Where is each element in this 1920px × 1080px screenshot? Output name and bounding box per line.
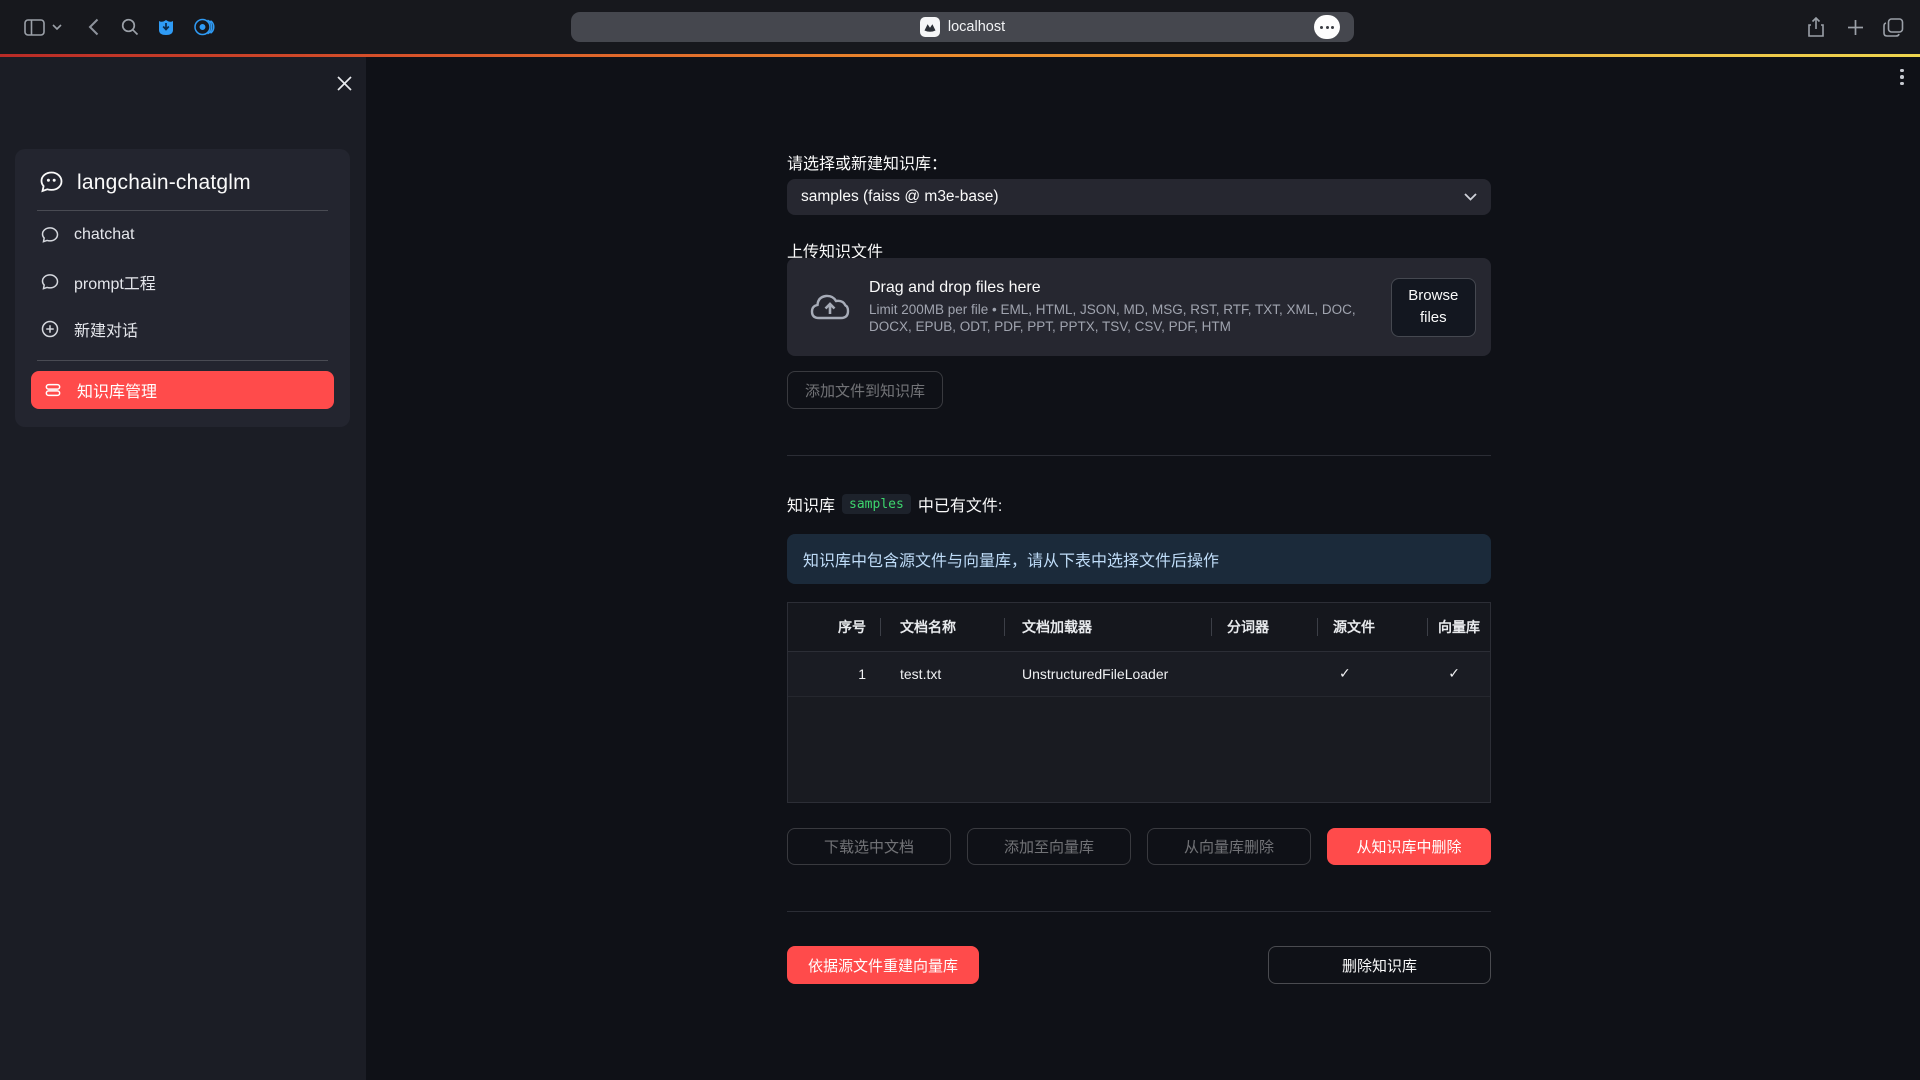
extension-rings-icon[interactable] [193,0,215,54]
col-header-source[interactable]: 源文件 [1317,603,1427,651]
col-header-vector[interactable]: 向量库 [1427,603,1490,651]
kb-name-code-badge: samples [842,494,911,514]
search-icon[interactable] [119,0,141,54]
cell-index: 1 [788,651,880,696]
divider [787,455,1491,456]
heading-prefix: 知识库 [787,492,835,516]
app-title: langchain-chatglm [77,171,251,195]
kb-select-label: 请选择或新建知识库： [787,150,947,174]
sidebar-close-icon[interactable] [330,69,358,97]
divider [787,911,1491,912]
app-logo-icon [38,169,65,196]
address-bar[interactable]: localhost [571,12,1354,42]
sidebar-item-prompt[interactable]: prompt工程 [36,258,329,305]
tab-overview-icon[interactable] [1878,0,1908,54]
share-icon[interactable] [1802,0,1830,54]
sidebar-item-label: chatchat [74,226,134,244]
divider [37,360,328,361]
row-action-buttons: 下载选中文档 添加至向量库 从向量库删除 从知识库中删除 [787,828,1491,865]
cloud-upload-icon [809,291,851,323]
chevron-down-icon[interactable] [50,0,64,54]
col-header-splitter[interactable]: 分词器 [1211,603,1317,651]
info-banner: 知识库中包含源文件与向量库，请从下表中选择文件后操作 [787,534,1491,584]
cell-splitter [1211,651,1317,696]
table-row[interactable]: 1 test.txt UnstructuredFileLoader ✓ ✓ [788,651,1490,696]
sidebar-toggle-icon[interactable] [21,0,47,54]
page-options-icon[interactable] [1314,15,1340,39]
cell-source-check: ✓ [1317,651,1427,696]
info-banner-text: 知识库中包含源文件与向量库，请从下表中选择文件后操作 [803,547,1219,571]
cell-name: test.txt [880,651,1004,696]
download-selected-button[interactable]: 下载选中文档 [787,828,951,865]
sidebar-item-new-dialog[interactable]: 新建对话 [36,305,329,352]
rebuild-vector-store-button[interactable]: 依据源文件重建向量库 [787,946,979,984]
url-text: localhost [948,19,1005,35]
col-header-index[interactable]: 序号 [788,603,880,651]
app-overflow-menu-icon[interactable] [1890,63,1914,91]
cell-loader: UnstructuredFileLoader [1004,651,1211,696]
file-dropzone[interactable]: Drag and drop files here Limit 200MB per… [787,258,1491,356]
back-icon[interactable] [84,0,102,54]
app-viewport: langchain-chatglm chatchat [0,57,1920,1080]
plus-circle-icon [40,319,60,339]
add-files-to-kb-button[interactable]: 添加文件到知识库 [787,371,943,409]
dropzone-title: Drag and drop files here [869,279,1373,297]
col-header-name[interactable]: 文档名称 [880,603,1004,651]
col-header-loader[interactable]: 文档加载器 [1004,603,1211,651]
chevron-down-icon [1464,193,1477,201]
sidebar-item-kb-management[interactable]: 知识库管理 [31,371,334,409]
dropzone-limit-text: Limit 200MB per file • EML, HTML, JSON, … [869,302,1373,335]
kb-select-value: samples (faiss @ m3e-base) [801,188,999,206]
stacked-pills-icon [43,380,63,400]
browse-files-button[interactable]: Browse files [1391,278,1476,337]
chat-bubble-icon [40,225,60,245]
sidebar-menu-card: langchain-chatglm chatchat [15,149,350,427]
table-header-row: 序号 文档名称 文档加载器 分词器 源文件 向量库 [788,603,1490,651]
add-to-vector-store-button[interactable]: 添加至向量库 [967,828,1131,865]
chat-bubble-icon [40,272,60,292]
browser-toolbar: localhost [0,0,1920,54]
sidebar-item-chatchat[interactable]: chatchat [36,211,329,258]
delete-from-kb-button[interactable]: 从知识库中删除 [1327,828,1491,865]
cell-vector-check: ✓ [1427,651,1490,696]
sidebar: langchain-chatglm chatchat [0,57,366,1080]
sidebar-item-label: 新建对话 [74,317,138,341]
kb-files-table: 序号 文档名称 文档加载器 分词器 源文件 向量库 1 test.txt Uns [787,602,1491,803]
new-tab-icon[interactable] [1841,0,1869,54]
site-favicon [920,17,940,37]
remove-from-vector-store-button[interactable]: 从向量库删除 [1147,828,1311,865]
kb-files-heading: 知识库 samples 中已有文件: [787,492,1002,516]
sidebar-item-label: prompt工程 [74,270,156,294]
screen: localhost [0,0,1920,1080]
kb-select[interactable]: samples (faiss @ m3e-base) [787,179,1491,215]
delete-kb-button[interactable]: 删除知识库 [1268,946,1491,984]
sidebar-item-label: 知识库管理 [77,378,157,402]
heading-suffix: 中已有文件: [918,492,1002,516]
extension-shield-icon[interactable] [155,0,177,54]
